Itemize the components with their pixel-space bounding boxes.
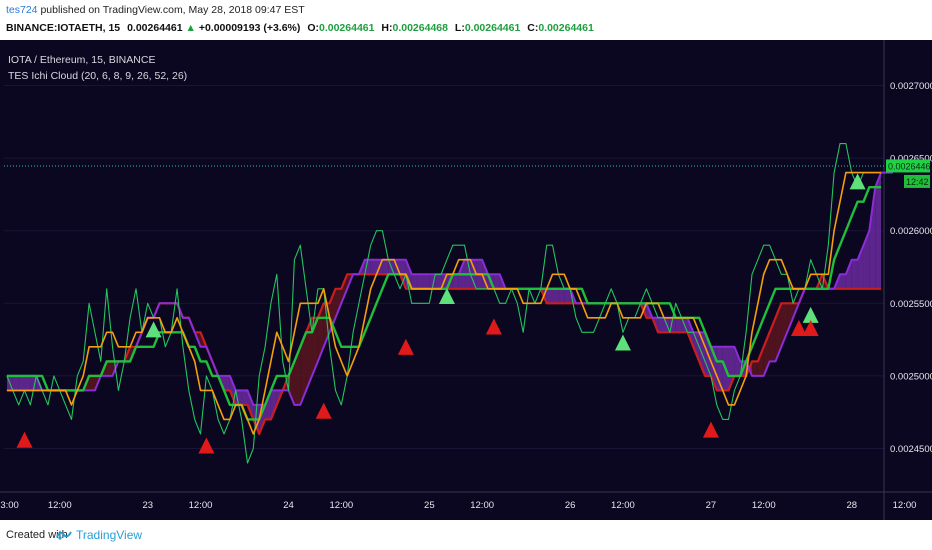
ichimoku-cloud-segment: [370, 259, 377, 275]
ichimoku-cloud-segment: [752, 361, 758, 376]
publication-line: tes724 published on TradingView.com, May…: [6, 4, 305, 16]
y-tick-label: 0.00250000: [890, 371, 932, 382]
x-tick-label: 24: [283, 500, 294, 511]
x-tick-label: 28: [846, 500, 857, 511]
close-value: 0.00264461: [538, 22, 594, 34]
ichimoku-cloud-segment: [493, 274, 500, 289]
buy-signal-arrow: [438, 288, 455, 305]
x-tick-label: 12:00: [48, 500, 72, 511]
x-tick-label: 12:00: [470, 500, 494, 511]
ichimoku-cloud-segment: [452, 274, 459, 289]
ichimoku-cloud-segment: [241, 390, 248, 405]
sell-signal-arrow: [315, 402, 332, 419]
x-tick-label: 03:00: [0, 500, 19, 511]
price-change: +0.00009193 (+3.6%): [198, 22, 301, 34]
y-tick-label: 0.00255000: [890, 299, 932, 310]
x-tick-label: 26: [565, 500, 576, 511]
high-label: H:: [381, 22, 393, 34]
x-tick-label: 12:00: [752, 500, 776, 511]
high-value: 0.00264468: [392, 22, 448, 34]
sell-signal-arrow: [702, 421, 719, 438]
x-tick-label: 12:00: [611, 500, 635, 511]
y-tick-label: 0.00270000: [890, 81, 932, 92]
x-tick-label: 27: [706, 500, 717, 511]
ichimoku-cloud-segment: [658, 317, 664, 333]
y-tick-label: 0.00245000: [890, 444, 932, 455]
ichimoku-cloud-segment: [435, 274, 442, 289]
chart-canvas[interactable]: 0.00245000 0.00250000 0.00255000 0.00260000…: [0, 40, 932, 520]
price-chart[interactable]: 0.00245000 0.00250000 0.00255000 0.00260000…: [0, 40, 932, 520]
footer: Created with TradingView: [0, 520, 932, 550]
ichimoku-cloud-segment: [564, 288, 571, 304]
ichimoku-cloud-segment: [417, 274, 424, 289]
publication-header: tes724 published on TradingView.com, May…: [0, 0, 932, 40]
quote-line: BINANCE:IOTAETH, 15 0.00264461 ▲ +0.0000…: [6, 22, 594, 34]
ichimoku-cloud-segment: [18, 375, 25, 391]
tradingview-brand[interactable]: TradingView: [76, 528, 142, 542]
y-tick-label: 0.00260000: [890, 226, 932, 237]
x-tick-label: 23: [142, 500, 153, 511]
ichimoku-cloud-segment: [552, 288, 559, 304]
ichimoku-cloud-segment: [558, 288, 565, 304]
low-label: L:: [454, 22, 465, 34]
sell-signal-arrow: [485, 318, 502, 335]
chart-legend-title: IOTA / Ethereum, 15, BINANCE: [8, 54, 156, 66]
countdown-tag-label: 12:42: [906, 177, 929, 187]
published-text: published on TradingView.com, May 28, 20…: [40, 4, 305, 16]
ichimoku-cloud-segment: [546, 288, 553, 304]
x-tick-label: 12:00: [189, 500, 213, 511]
ichimoku-cloud-segment: [840, 274, 846, 289]
x-tick-label: 12:00: [893, 500, 917, 511]
ichimoku-cloud-segment: [12, 375, 19, 391]
ichimoku-cloud-segment: [24, 375, 31, 391]
buy-signal-arrow: [614, 334, 631, 351]
author-link[interactable]: tes724: [6, 4, 38, 16]
up-arrow-icon: ▲: [185, 22, 196, 34]
sell-signal-arrow: [397, 338, 414, 355]
open-label: O:: [307, 22, 319, 34]
sell-signal-arrow: [198, 437, 215, 454]
ichimoku-cloud-segment: [411, 274, 418, 289]
ichimoku-cloud-segment: [106, 361, 113, 376]
ichimoku-cloud-segment: [423, 274, 430, 289]
ichimoku-cloud-segment: [224, 375, 230, 391]
symbol-label: BINANCE:IOTAETH, 15: [6, 22, 121, 34]
last-price-tag-label: 0.00264461: [888, 161, 932, 171]
last-price: 0.00264461: [127, 22, 183, 34]
low-value: 0.00264461: [464, 22, 521, 34]
indicator-legend[interactable]: TES Ichi Cloud (20, 6, 8, 9, 26, 52, 26): [8, 70, 187, 82]
ichimoku-cloud-segment: [851, 259, 858, 289]
buy-signal-arrow: [145, 321, 162, 338]
tradingview-logo-icon: [56, 531, 72, 540]
open-value: 0.00264461: [319, 22, 375, 34]
sell-signal-arrow: [16, 431, 33, 448]
close-label: C:: [527, 22, 539, 34]
x-tick-label: 25: [424, 500, 435, 511]
ichimoku-cloud-segment: [89, 375, 95, 391]
ichimoku-cloud-segment: [875, 172, 882, 289]
ichimoku-cloud-segment: [382, 259, 389, 275]
ichimoku-cloud-segment: [675, 317, 682, 333]
x-tick-label: 12:00: [329, 500, 353, 511]
buy-signal-arrow: [849, 173, 866, 190]
